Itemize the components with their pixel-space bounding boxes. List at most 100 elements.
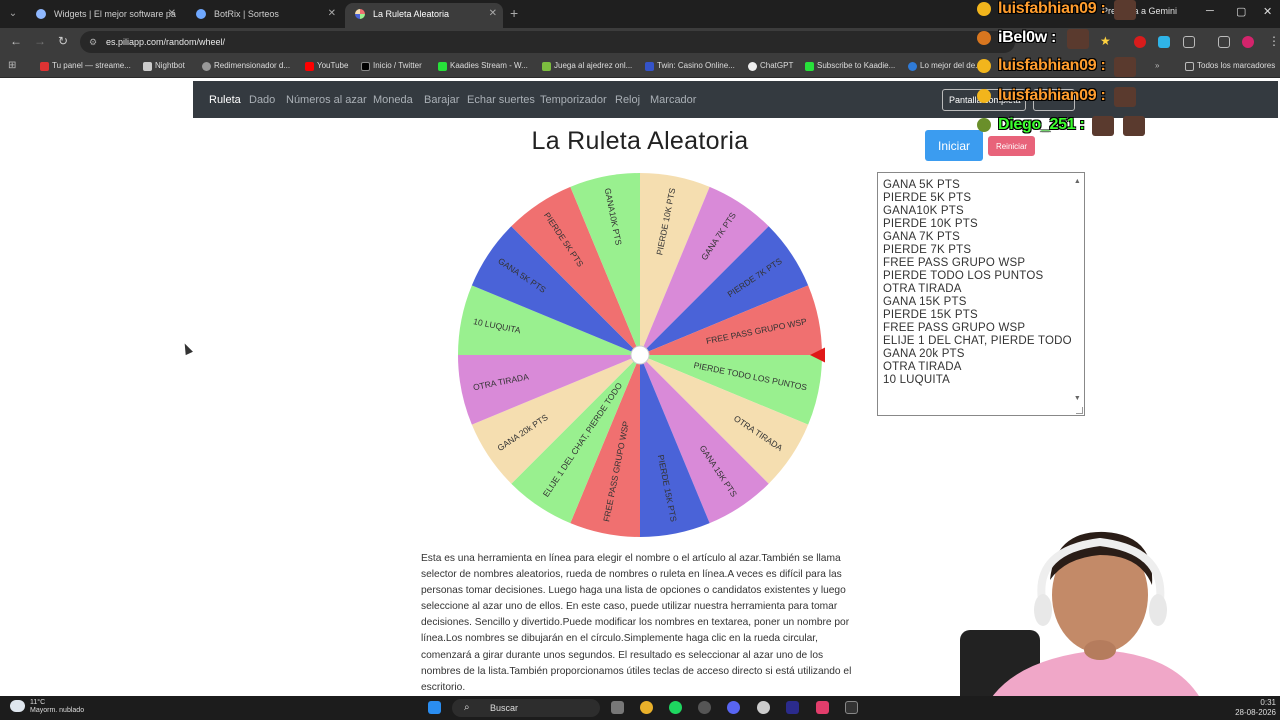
option-line: GANA10K PTS <box>883 205 964 217</box>
bookmark-item[interactable]: ChatGPT <box>748 61 793 71</box>
tab-ruleta[interactable]: La Ruleta Aleatoria ✕ <box>345 3 503 28</box>
chatgpt-icon <box>748 62 757 71</box>
twin-icon <box>645 62 654 71</box>
chat-message: Diego_251 : <box>977 116 1157 138</box>
back-arrow-icon[interactable]: ← <box>10 34 22 48</box>
option-line: FREE PASS GRUPO WSP <box>883 257 1026 269</box>
chat-badge-icon <box>977 59 991 73</box>
nav-reloj[interactable]: Reloj <box>615 94 640 106</box>
roulette-wheel[interactable]: PIERDE 10K PTS GANA 7K PTSPIERDE 7K PTSFR… <box>455 170 825 540</box>
reload-icon[interactable]: ↻ <box>58 34 68 48</box>
tab-widgets[interactable]: Widgets | El mejor software pa ✕ <box>26 3 182 28</box>
apps-grid-icon[interactable]: ⊞ <box>8 60 16 71</box>
bookmark-item[interactable]: Redimensionador d... <box>202 61 290 71</box>
scroll-down-icon[interactable]: ▼ <box>1074 392 1081 405</box>
bookmark-item[interactable]: Tu panel — streame... <box>40 61 131 71</box>
folder-icon <box>1185 62 1194 71</box>
profile-avatar-icon[interactable] <box>1242 36 1254 48</box>
chat-username: Diego_251 : <box>998 116 1085 133</box>
option-line: ELIJE 1 DEL CHAT, PIERDE TODO <box>883 335 1072 347</box>
nav-dado[interactable]: Dado <box>249 94 275 106</box>
bookmark-item[interactable]: Lo mejor del de... <box>908 61 982 71</box>
chat-badge-icon <box>977 31 991 45</box>
bookmark-item[interactable]: Kaadies Stream - W... <box>438 61 528 71</box>
tab-botrix[interactable]: BotRix | Sorteos ✕ <box>186 3 342 28</box>
ruleta-favicon-icon <box>355 9 365 19</box>
tab-search-chevron-icon[interactable]: ⌄ <box>4 6 22 22</box>
x-twitter-icon <box>361 62 370 71</box>
nav-ruleta[interactable]: Ruleta <box>209 94 241 106</box>
close-tab-icon[interactable]: ✕ <box>168 3 176 25</box>
extensions-puzzle-icon[interactable] <box>1183 36 1195 48</box>
reset-button[interactable]: Reiniciar <box>988 136 1035 156</box>
chat-emote-icon <box>1114 0 1136 20</box>
options-textarea[interactable]: ▲ ▼ GANA 5K PTS PIERDE 5K PTS GANA10K PTS P… <box>877 172 1085 416</box>
all-bookmarks-folder[interactable]: Todos los marcadores <box>1185 61 1275 71</box>
nav-barajar[interactable]: Barajar <box>424 94 459 106</box>
start-button[interactable]: Iniciar <box>925 130 983 161</box>
chat-username: iBel0w : <box>998 29 1057 46</box>
nav-temporizador[interactable]: Temporizador <box>540 94 607 106</box>
page-title: La Ruleta Aleatoria <box>531 127 749 155</box>
chrome-icon[interactable] <box>640 701 653 714</box>
weather-widget[interactable]: 11°C Mayorm. nublado <box>8 699 84 715</box>
close-tab-icon[interactable]: ✕ <box>489 3 497 25</box>
spotify-icon[interactable] <box>669 701 682 714</box>
app-icon[interactable] <box>757 701 770 714</box>
obs-icon[interactable] <box>698 701 711 714</box>
resize-grip-icon[interactable] <box>1076 407 1083 414</box>
chat-emote-icon <box>1114 87 1136 107</box>
bookmark-item[interactable]: Subscribe to Kaadie... <box>805 61 895 71</box>
chat-username: luisfabhian09 : <box>998 0 1106 17</box>
botrix-favicon-icon <box>196 9 206 19</box>
taskbar-search[interactable]: ⌕ Buscar <box>452 699 600 717</box>
scroll-up-icon[interactable]: ▲ <box>1074 175 1081 188</box>
maximize-icon[interactable]: ▢ <box>1236 5 1246 18</box>
new-tab-plus-icon[interactable]: + <box>510 5 518 21</box>
extension-blue-icon[interactable] <box>1158 36 1170 48</box>
bookmark-item[interactable]: Nightbot <box>143 61 185 71</box>
close-window-icon[interactable]: ✕ <box>1263 5 1272 18</box>
option-line: GANA 5K PTS <box>883 179 960 191</box>
bookmark-item[interactable]: Inicio / Twitter <box>361 61 422 71</box>
forward-arrow-icon[interactable]: → <box>34 34 46 48</box>
nav-echar-suertes[interactable]: Echar suertes <box>467 94 535 106</box>
description-text: Esta es una herramienta en línea para el… <box>421 553 852 693</box>
option-line: PIERDE TODO LOS PUNTOS <box>883 270 1044 282</box>
minimize-icon[interactable]: ─ <box>1206 5 1214 17</box>
chess-pawn-icon <box>542 62 551 71</box>
bookmark-item[interactable]: YouTube <box>305 61 348 71</box>
chat-emote-icon <box>1114 57 1136 77</box>
windows-start-icon[interactable] <box>428 701 441 714</box>
kick-icon <box>805 62 814 71</box>
app-icon[interactable] <box>845 701 858 714</box>
app-icon[interactable] <box>816 701 829 714</box>
nav-moneda[interactable]: Moneda <box>373 94 413 106</box>
media-icon[interactable] <box>1218 36 1230 48</box>
nav-numeros[interactable]: Números al azar <box>286 94 367 106</box>
chat-message: luisfabhian09 : <box>977 0 1157 22</box>
option-line: PIERDE 10K PTS <box>883 218 978 230</box>
chat-emote-icon <box>1123 116 1145 136</box>
chat-badge-icon <box>977 2 991 16</box>
youtube-icon <box>305 62 314 71</box>
search-icon: ⌕ <box>464 702 470 713</box>
premiere-icon[interactable] <box>786 701 799 714</box>
chat-message: luisfabhian09 : <box>977 87 1157 109</box>
option-line: GANA 20k PTS <box>883 348 965 360</box>
bookmark-item[interactable]: Juega al ajedrez onl... <box>542 61 632 71</box>
wheel-hub <box>630 345 650 365</box>
site-info-icon[interactable]: ⚙ <box>89 31 97 53</box>
close-tab-icon[interactable]: ✕ <box>328 3 336 25</box>
nav-marcador[interactable]: Marcador <box>650 94 696 106</box>
menu-kebab-icon[interactable]: ⋮ <box>1268 34 1280 48</box>
bookmark-item[interactable]: Twin: Casino Online... <box>645 61 735 71</box>
discord-icon[interactable] <box>727 701 740 714</box>
option-line: PIERDE 7K PTS <box>883 244 972 256</box>
chat-emote-icon <box>1067 29 1089 49</box>
system-clock[interactable]: 0:31 28-08-2026 <box>1226 698 1276 718</box>
cloudy-weather-icon <box>10 700 25 712</box>
task-view-icon[interactable] <box>611 701 624 714</box>
url-bar[interactable]: ⚙ es.piliapp.com/random/wheel/ <box>80 31 1015 53</box>
chat-message: iBel0w : <box>977 29 1157 51</box>
